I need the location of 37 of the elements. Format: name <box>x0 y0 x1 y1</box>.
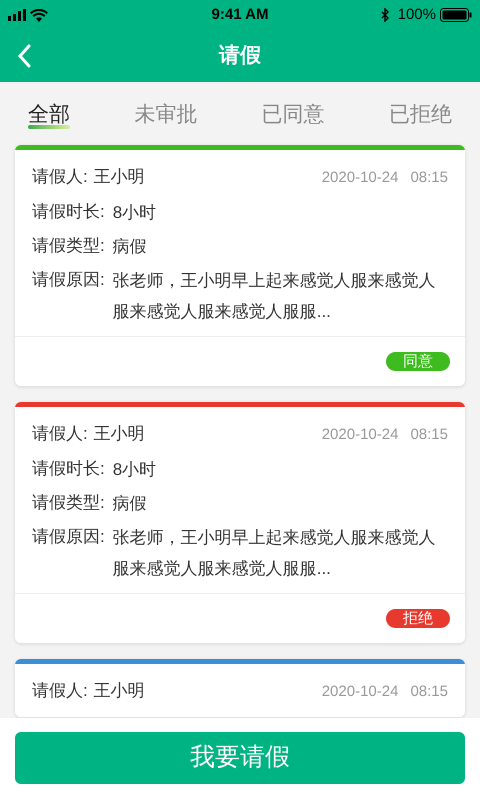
field-label: 请假时长: <box>32 201 105 223</box>
leave-date: 2020-10-24 <box>322 168 398 188</box>
header-title: 请假 <box>219 43 261 70</box>
bluetooth-icon <box>380 8 390 22</box>
field-label: 请假原因: <box>32 269 105 291</box>
field-label: 请假时长: <box>32 458 105 480</box>
leave-card[interactable]: 请假人: 王小明 2020-10-24 08:15 请假时长: 8小时 请假类型: 病假 请假原因: 张老师，王小明早上起来感觉人服来感觉人服来感觉人服来感觉人服服... 拒绝 <box>15 402 465 643</box>
field-label: 请假原因: <box>32 526 105 548</box>
leave-card[interactable]: 请假人: 王小明 2020-10-24 08:15 请假时长: 8小时 请假类型: 病假 请假原因: 张老师，王小明早上起来感觉人服来感觉人服来感觉人服来感觉人服服... 同意 <box>15 145 465 386</box>
field-label: 请假类型: <box>32 235 105 257</box>
signal-icon <box>8 9 26 21</box>
field-value: 王小明 <box>94 680 145 702</box>
field-label: 请假人: <box>32 166 88 188</box>
battery-percent: 100% <box>398 4 436 25</box>
field-value: 张老师，王小明早上起来感觉人服来感觉人服来感觉人服来感觉人服服... <box>112 270 437 323</box>
back-icon <box>17 44 31 68</box>
leave-time: 08:15 <box>410 682 448 702</box>
status-badge: 同意 <box>386 352 450 371</box>
field-value: 张老师，王小明早上起来感觉人服来感觉人服来感觉人服来感觉人服服... <box>112 527 437 580</box>
field-value: 8小时 <box>112 202 156 224</box>
battery-icon <box>440 8 472 22</box>
field-value: 病假 <box>112 493 147 515</box>
leave-time: 08:15 <box>410 168 448 188</box>
field-value: 王小明 <box>94 423 145 445</box>
status-badge: 拒绝 <box>386 609 450 628</box>
leave-card[interactable]: 请假人: 王小明 2020-10-24 08:15 <box>15 659 465 717</box>
field-label: 请假人: <box>32 423 88 445</box>
status-time: 9:41 AM <box>212 4 268 25</box>
leave-time: 08:15 <box>410 425 448 445</box>
leave-date: 2020-10-24 <box>322 425 398 445</box>
field-value: 病假 <box>112 236 147 258</box>
field-value: 8小时 <box>112 459 156 481</box>
leave-date: 2020-10-24 <box>322 682 398 702</box>
field-label: 请假类型: <box>32 492 105 514</box>
field-value: 王小明 <box>94 166 145 188</box>
field-label: 请假人: <box>32 680 88 702</box>
wifi-icon <box>30 8 48 22</box>
